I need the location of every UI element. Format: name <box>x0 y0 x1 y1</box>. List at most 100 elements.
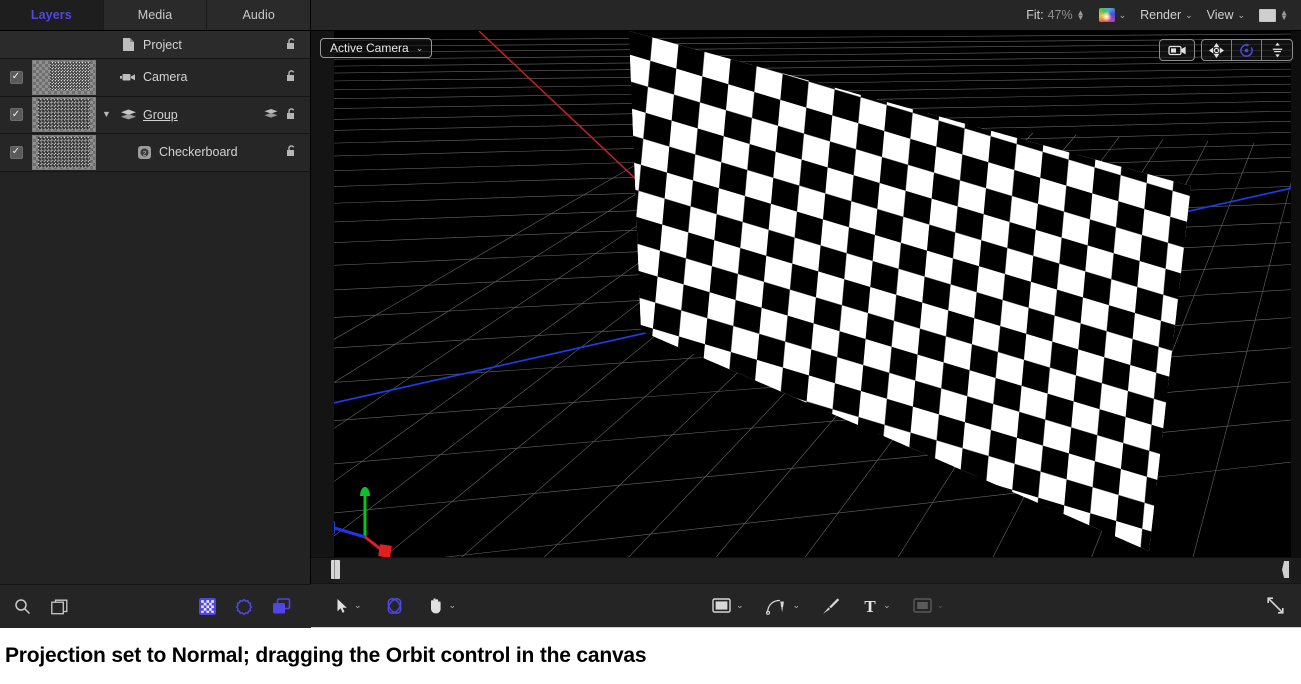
layer-label-project: Project <box>143 37 182 52</box>
timeline-scrubber[interactable] <box>311 557 1301 583</box>
chevron-down-icon[interactable]: ⌄ <box>1119 10 1127 21</box>
tab-audio[interactable]: Audio <box>207 0 311 30</box>
layer-name-cell: Project <box>100 36 285 53</box>
chevron-down-icon[interactable]: ⌄ <box>354 600 362 611</box>
thumbnail-cell <box>32 97 100 133</box>
canvas-tools-right <box>1266 596 1301 615</box>
group-layers-icon <box>120 106 137 123</box>
filters-icon[interactable] <box>272 598 291 615</box>
pan-tool[interactable]: ⌄ <box>416 597 468 614</box>
display-mode-control[interactable]: ▲ ▼ <box>1259 8 1288 22</box>
view-controls-group <box>1159 39 1293 61</box>
camera-icon <box>120 69 137 86</box>
dolly-view-button[interactable] <box>1262 40 1292 60</box>
color-wheel-control[interactable]: ⌄ <box>1098 8 1127 22</box>
checkbox-cell: ✓ <box>0 145 32 159</box>
paint-tool[interactable] <box>811 597 851 615</box>
tab-media-label: Media <box>137 8 173 22</box>
navigation-controls-box <box>1201 39 1293 61</box>
search-icon[interactable] <box>14 598 31 615</box>
scrubber-track[interactable] <box>334 558 1291 583</box>
view-menu[interactable]: View ⌄ <box>1207 8 1245 22</box>
chevron-down-icon: ⌄ <box>1237 9 1246 20</box>
lock-open-icon[interactable] <box>285 107 298 123</box>
canvas-viewport[interactable]: Active Camera ⌄ <box>311 31 1301 583</box>
transform-3d-tool[interactable] <box>373 596 416 616</box>
chevron-down-icon[interactable]: ⌄ <box>883 600 891 611</box>
checkbox-cell: ✓ <box>0 70 32 84</box>
lock-open-icon[interactable] <box>285 144 298 160</box>
layers-bottom-left-group <box>14 598 68 615</box>
layers-panel: Layers Media Audio Project ✓ Camera ✓ ▼ … <box>0 0 311 628</box>
tab-layers-label: Layers <box>30 8 72 22</box>
generator-icon: 2 <box>136 144 153 161</box>
lock-open-icon[interactable] <box>285 69 298 85</box>
behaviors-icon[interactable] <box>235 598 253 616</box>
tab-layers[interactable]: Layers <box>0 0 104 30</box>
layer-row-group[interactable]: ✓ ▼ Group <box>0 96 310 134</box>
row-right-icons <box>264 107 310 123</box>
figure-caption: Projection set to Normal; dragging the O… <box>0 628 1301 684</box>
mask-tool: ⌄ <box>902 598 956 613</box>
fit-label: Fit: <box>1026 8 1044 22</box>
layer-label-camera: Camera <box>143 70 188 85</box>
layer-visibility-checkbox-checkerboard[interactable]: ✓ <box>9 145 23 159</box>
layer-thumbnail-checkerboard <box>32 134 96 170</box>
tab-media[interactable]: Media <box>103 0 208 30</box>
stepper-icon[interactable]: ▲ ▼ <box>1280 9 1288 22</box>
playhead[interactable] <box>331 560 340 579</box>
layer-name-cell: 2 Checkerboard <box>100 144 285 161</box>
shape-tool[interactable]: ⌄ <box>701 598 755 613</box>
row-right-icons <box>285 144 310 160</box>
chevron-down-icon: ⌄ <box>936 600 945 610</box>
chevron-down-icon: ⌄ <box>415 42 424 53</box>
stepper-icon[interactable]: ▲ ▼ <box>1077 9 1085 22</box>
panel-tabbar: Layers Media Audio <box>0 0 311 31</box>
display-mode-icon <box>1259 8 1277 22</box>
render-label: Render <box>1140 8 1182 22</box>
layer-visibility-checkbox-group[interactable]: ✓ <box>9 108 23 122</box>
text-tool[interactable]: T ⌄ <box>851 597 902 614</box>
canvas-tools-left: ⌄ ⌄ <box>311 596 467 616</box>
select-tool[interactable]: ⌄ <box>325 598 373 614</box>
canvas-3d-scene <box>311 31 1301 583</box>
tab-audio-label: Audio <box>242 8 275 22</box>
checkbox-cell: ✓ <box>0 108 32 122</box>
active-camera-popup[interactable]: Active Camera ⌄ <box>320 38 433 58</box>
group-collapse-icon[interactable] <box>264 108 278 122</box>
checkerboard-generator-icon[interactable] <box>199 598 216 615</box>
orbit-view-button[interactable] <box>1232 40 1262 60</box>
layers-bottom-right-group <box>199 598 297 616</box>
screenshot-root: Layers Media Audio Project ✓ Camera ✓ ▼ … <box>0 0 1301 684</box>
view-label: View <box>1206 8 1234 22</box>
row-right-icons <box>285 69 310 85</box>
layer-row-checkerboard[interactable]: ✓ 2 Checkerboard <box>0 134 310 172</box>
layer-thumbnail-group <box>32 97 96 133</box>
layers-bottom-toolbar <box>0 584 311 628</box>
document-icon <box>120 36 137 53</box>
svg-text:T: T <box>864 597 876 614</box>
fit-zoom-control[interactable]: Fit: 47% ▲ ▼ <box>1026 8 1084 22</box>
add-layer-icon[interactable] <box>51 599 68 615</box>
layer-label-checkerboard: Checkerboard <box>159 145 238 160</box>
layer-row-project[interactable]: Project <box>0 31 310 59</box>
bezier-tool[interactable]: ⌄ <box>755 597 812 615</box>
render-menu[interactable]: Render ⌄ <box>1140 8 1193 22</box>
chevron-down-icon[interactable]: ⌄ <box>449 600 457 611</box>
active-camera-label: Active Camera <box>330 41 409 55</box>
layer-label-group[interactable]: Group <box>143 108 178 122</box>
layer-visibility-checkbox-camera[interactable]: ✓ <box>9 70 23 84</box>
chevron-down-icon[interactable]: ⌄ <box>793 600 801 611</box>
pan-view-button[interactable] <box>1202 40 1232 60</box>
color-wheel-icon <box>1098 8 1115 22</box>
canvas-right-gutter <box>1291 31 1301 583</box>
chevron-down-icon[interactable]: ⌄ <box>736 600 744 611</box>
resize-diagonal-icon[interactable] <box>1266 596 1285 615</box>
canvas-top-toolbar: Fit: 47% ▲ ▼ ⌄ Render ⌄ View ⌄ ▲ ▼ <box>311 0 1301 31</box>
lock-open-icon[interactable] <box>285 37 298 53</box>
camera-view-box <box>1159 39 1195 61</box>
layer-row-camera[interactable]: ✓ Camera <box>0 59 310 97</box>
chevron-down-icon[interactable]: ▼ <box>102 110 114 119</box>
camera-view-button[interactable] <box>1160 40 1194 60</box>
thumbnail-cell <box>32 134 100 170</box>
